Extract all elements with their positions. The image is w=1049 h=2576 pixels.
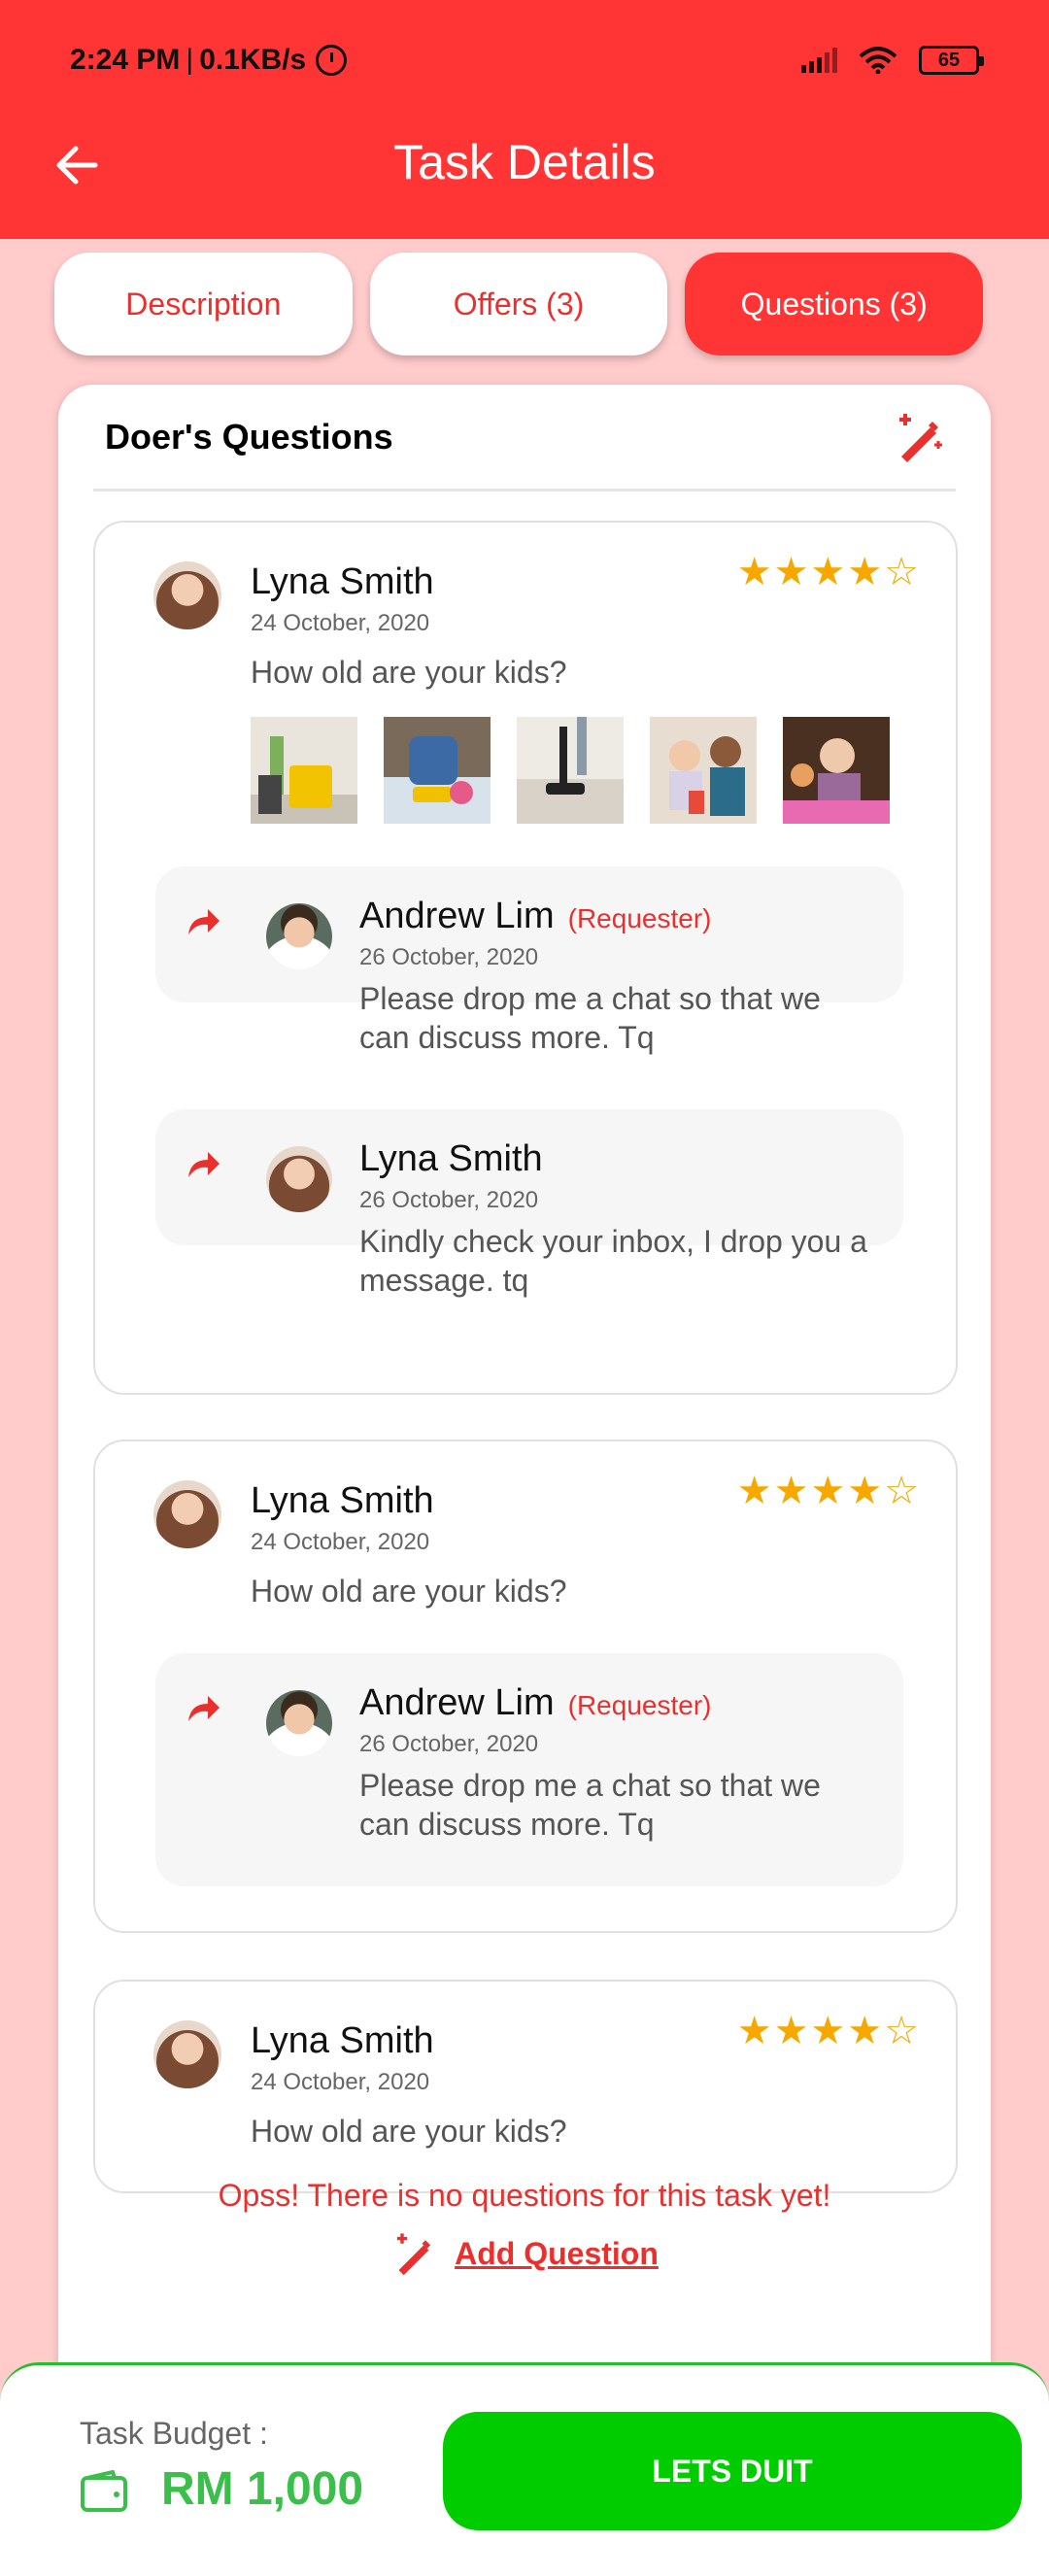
rating-stars: ★★★★☆ bbox=[736, 551, 921, 593]
rating-stars: ★★★★☆ bbox=[736, 2010, 921, 2052]
image-thumbnail-cleaning[interactable] bbox=[251, 717, 357, 824]
reply-text: Please drop me a chat so that we can dis… bbox=[359, 1768, 821, 1842]
avatar bbox=[266, 1690, 332, 1756]
tab-offers[interactable]: Offers (3) bbox=[369, 253, 668, 356]
requester-tag: (Requester) bbox=[567, 903, 712, 933]
image-thumbnail-kids-play[interactable] bbox=[650, 717, 757, 824]
question-date: 24 October, 2020 bbox=[251, 2069, 430, 2095]
status-separator: | bbox=[186, 44, 194, 76]
add-question-label[interactable]: Add Question bbox=[455, 2236, 659, 2272]
add-question-button[interactable]: Add Question bbox=[58, 2230, 991, 2277]
reply-author-name: Andrew Lim bbox=[359, 1682, 555, 1723]
reply-date: 26 October, 2020 bbox=[359, 1731, 539, 1757]
signal-icon bbox=[801, 48, 837, 73]
question-images bbox=[251, 717, 890, 824]
reply-text: Please drop me a chat so that we can dis… bbox=[359, 981, 821, 1055]
reply-author: Lyna Smith bbox=[359, 1138, 543, 1179]
app-bar: 2:24 PM | 0.1KB/s 65 Task Details bbox=[0, 0, 1049, 239]
budget-value: RM 1,000 bbox=[161, 2463, 364, 2515]
status-bar-right: 65 bbox=[801, 37, 984, 84]
tab-description[interactable]: Description bbox=[54, 253, 353, 356]
reply-arrow-icon bbox=[188, 1696, 220, 1721]
question-text: How old are your kids? bbox=[251, 655, 567, 690]
question-text: How old are your kids? bbox=[251, 1574, 567, 1609]
wifi-icon bbox=[859, 47, 897, 74]
alarm-icon bbox=[316, 45, 348, 76]
question-item: Lyna Smith 24 October, 2020 ★★★★☆ How ol… bbox=[93, 1980, 958, 2193]
battery-icon: 65 bbox=[919, 46, 984, 75]
status-bar-left: 2:24 PM | 0.1KB/s bbox=[70, 37, 348, 84]
reply-date: 26 October, 2020 bbox=[359, 944, 539, 970]
empty-questions-message: Opss! There is no questions for this tas… bbox=[218, 2178, 831, 2213]
reply-item: Andrew Lim (Requester) 26 October, 2020 P… bbox=[155, 1653, 903, 1886]
tab-bar: Description Offers (3) Questions (3) bbox=[54, 253, 984, 356]
magic-pen-icon[interactable] bbox=[892, 410, 946, 464]
rating-stars: ★★★★☆ bbox=[736, 1470, 921, 1512]
tab-questions[interactable]: Questions (3) bbox=[685, 253, 984, 356]
bottom-action-bar: Task Budget : RM 1,000 LETS DUIT bbox=[0, 2362, 1049, 2576]
reply-date: 26 October, 2020 bbox=[359, 1187, 539, 1213]
budget-label: Task Budget : bbox=[80, 2416, 268, 2451]
question-author: Lyna Smith bbox=[251, 2020, 434, 2061]
question-date: 24 October, 2020 bbox=[251, 610, 430, 636]
questions-card: Doer's Questions Lyna Smith 24 October, … bbox=[58, 385, 991, 2576]
image-thumbnail-wiping[interactable] bbox=[384, 717, 491, 824]
card-header: Doer's Questions bbox=[93, 385, 956, 491]
card-title: Doer's Questions bbox=[105, 416, 393, 457]
reply-arrow-icon bbox=[188, 1152, 220, 1177]
status-time: 2:24 PM bbox=[70, 44, 181, 76]
reply-author: Andrew Lim (Requester) bbox=[359, 1682, 711, 1724]
battery-level: 65 bbox=[937, 49, 961, 71]
reply-author-name: Andrew Lim bbox=[359, 896, 555, 936]
page-title: Task Details bbox=[393, 135, 656, 189]
wallet-icon bbox=[81, 2470, 127, 2512]
reply-item: Andrew Lim (Requester) 26 October, 2020 P… bbox=[155, 866, 903, 1055]
avatar bbox=[153, 1480, 221, 1548]
image-thumbnail-classroom[interactable] bbox=[783, 717, 890, 824]
requester-tag: (Requester) bbox=[567, 1690, 712, 1720]
question-author: Lyna Smith bbox=[251, 561, 434, 602]
avatar bbox=[153, 2020, 221, 2088]
reply-author: Andrew Lim (Requester) bbox=[359, 896, 711, 937]
reply-item: Lyna Smith 26 October, 2020 Kindly check… bbox=[155, 1109, 903, 1298]
question-text: How old are your kids? bbox=[251, 2114, 567, 2149]
reply-text: Kindly check your inbox, I drop you a me… bbox=[359, 1224, 867, 1298]
avatar bbox=[266, 903, 332, 969]
status-network-speed: 0.1KB/s bbox=[199, 44, 307, 76]
image-thumbnail-vacuum[interactable] bbox=[517, 717, 624, 824]
avatar bbox=[153, 561, 221, 629]
reply-arrow-icon bbox=[188, 909, 220, 934]
question-author: Lyna Smith bbox=[251, 1480, 434, 1521]
avatar bbox=[266, 1146, 332, 1212]
question-date: 24 October, 2020 bbox=[251, 1529, 430, 1555]
lets-duit-button[interactable]: LETS DUIT bbox=[443, 2412, 1022, 2530]
magic-pen-icon bbox=[396, 2233, 431, 2276]
